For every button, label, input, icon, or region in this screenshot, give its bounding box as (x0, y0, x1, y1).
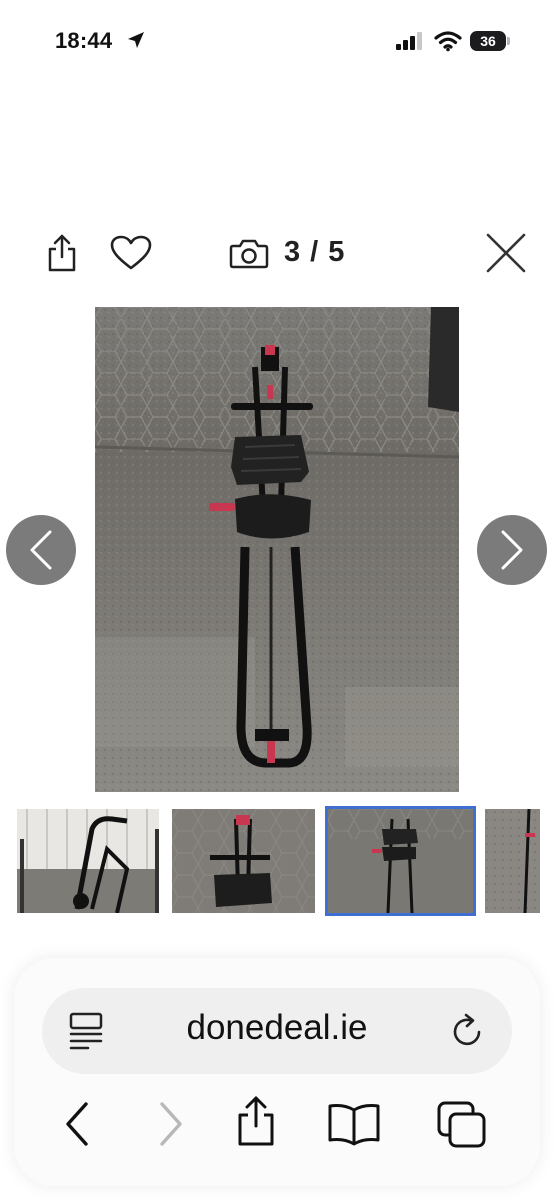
rowing-machine-photo (95, 307, 459, 792)
share-icon[interactable] (44, 233, 80, 273)
status-bar: 18:44 36 (0, 0, 554, 80)
status-time: 18:44 (55, 28, 113, 53)
battery-indicator: 36 (470, 31, 506, 51)
chevron-right-icon (501, 530, 523, 570)
thumbnail-3[interactable] (325, 806, 476, 916)
thumbnail-4-image (485, 809, 540, 913)
chevron-left-icon (30, 530, 52, 570)
thumbnail-2[interactable] (172, 809, 315, 913)
camera-icon (229, 239, 269, 269)
previous-image-button[interactable] (6, 515, 76, 585)
bookmarks-icon[interactable] (326, 1102, 382, 1146)
main-photo[interactable] (95, 307, 459, 792)
tabs-icon[interactable] (436, 1100, 488, 1150)
wifi-icon (434, 31, 462, 52)
thumbnail-3-image (328, 809, 473, 913)
location-arrow-icon (128, 32, 144, 48)
image-counter: 3 / 5 (284, 236, 346, 268)
forward-icon[interactable] (152, 1100, 188, 1148)
reload-icon[interactable] (449, 1012, 485, 1050)
close-icon[interactable] (485, 232, 527, 274)
next-image-button[interactable] (477, 515, 547, 585)
share-icon[interactable] (234, 1094, 278, 1148)
thumbnail-1[interactable] (17, 809, 159, 913)
reader-icon[interactable] (68, 1011, 104, 1051)
viewer-toolbar (0, 225, 554, 285)
battery-tip (507, 37, 510, 45)
heart-icon[interactable] (110, 235, 152, 271)
address-bar[interactable] (42, 988, 512, 1074)
thumbnail-2-image (172, 809, 315, 913)
cellular-signal-icon (396, 32, 422, 50)
thumbnail-4[interactable] (485, 809, 540, 913)
thumbnail-1-image (17, 809, 159, 913)
battery-level: 36 (480, 33, 496, 49)
back-icon[interactable] (60, 1100, 96, 1148)
